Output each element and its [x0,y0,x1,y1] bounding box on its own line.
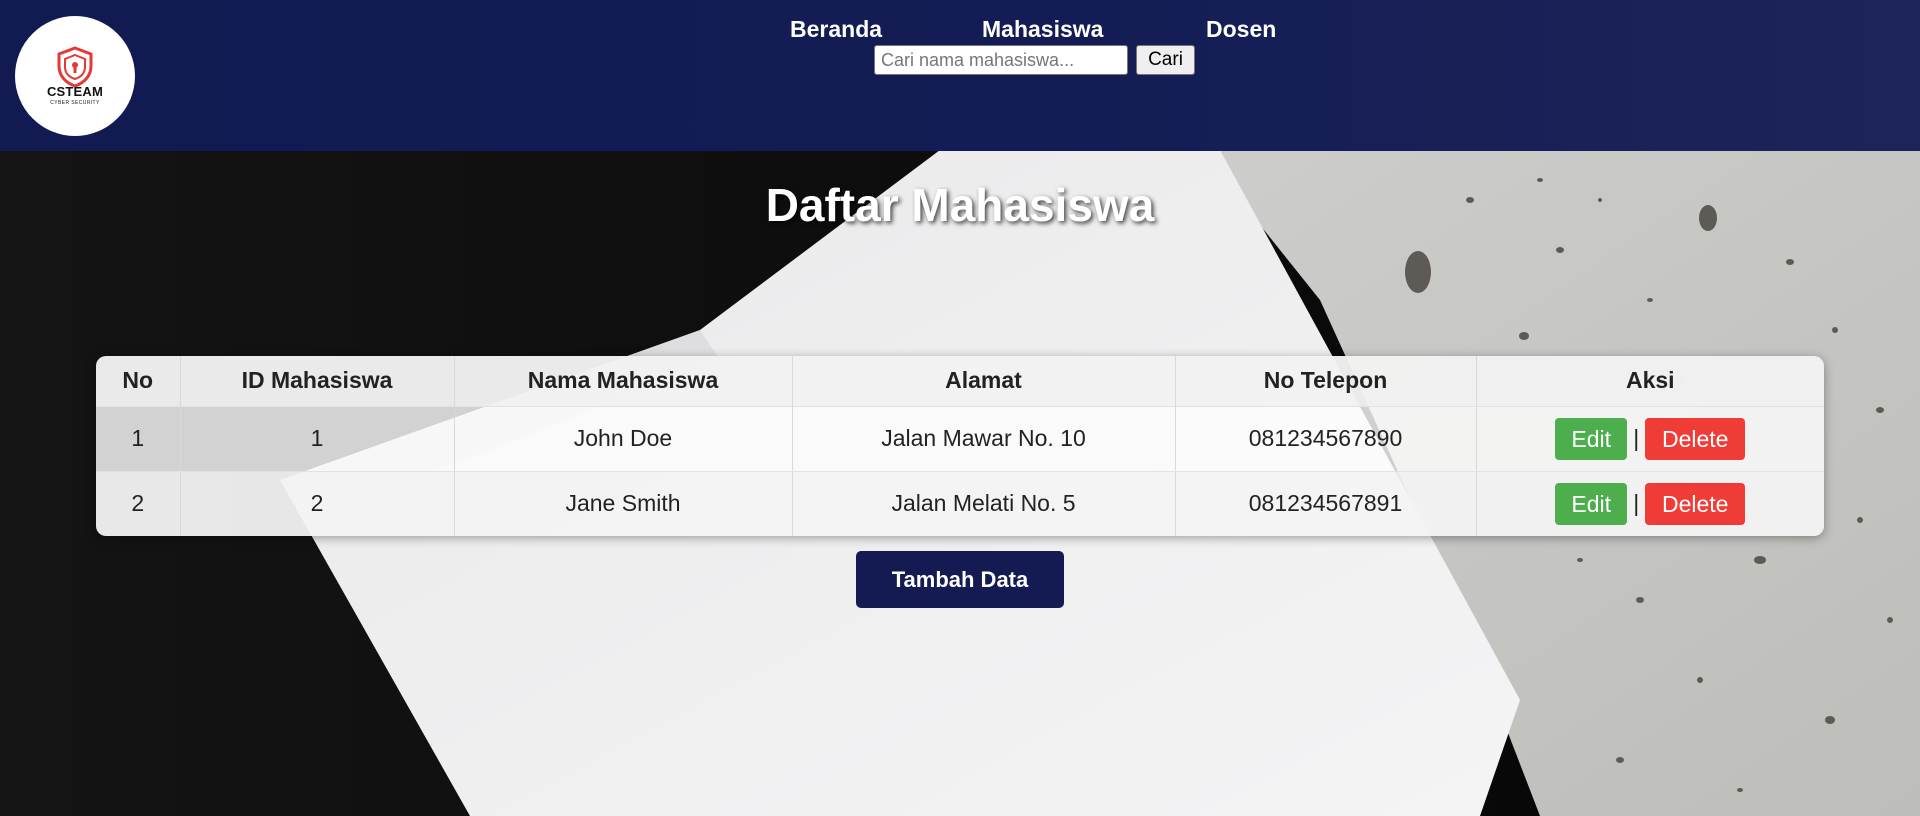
search-button[interactable]: Cari [1136,45,1195,75]
action-separator: | [1633,490,1640,517]
cell-telepon: 081234567890 [1175,406,1477,472]
nav-link-beranda[interactable]: Beranda [790,16,882,43]
top-navbar: CSTEAM CYBER SECURITY Beranda Mahasiswa … [0,0,1920,151]
edit-button[interactable]: Edit [1555,482,1628,525]
nav-link-dosen[interactable]: Dosen [1206,16,1276,43]
cell-aksi: Edit | Delete [1476,471,1824,536]
action-separator: | [1633,425,1640,451]
student-table-container: No ID Mahasiswa Nama Mahasiswa Alamat No… [96,356,1824,536]
cell-telepon: 081234567891 [1175,471,1477,536]
add-data-button[interactable]: Tambah Data [856,551,1064,608]
nav-link-mahasiswa[interactable]: Mahasiswa [982,16,1103,43]
column-header-aksi: Aksi [1476,356,1824,407]
edit-button[interactable]: Edit [1555,417,1628,460]
table-header-row: No ID Mahasiswa Nama Mahasiswa Alamat No… [96,356,1824,407]
cell-no: 2 [96,471,181,536]
table-row: 1 1 John Doe Jalan Mawar No. 10 08123456… [96,406,1824,472]
cell-no: 1 [96,406,181,472]
delete-button[interactable]: Delete [1645,417,1746,460]
column-header-no: No [96,356,181,407]
shield-icon [57,46,93,88]
delete-button[interactable]: Delete [1645,482,1746,525]
cell-id: 1 [180,406,455,472]
logo-name: CSTEAM [46,84,104,99]
column-header-alamat: Alamat [792,356,1176,407]
cell-id: 2 [180,471,455,536]
logo-tagline: CYBER SECURITY [50,100,100,106]
student-table: No ID Mahasiswa Nama Mahasiswa Alamat No… [96,356,1824,536]
main-nav: Beranda Mahasiswa Dosen [0,16,1920,46]
cell-alamat: Jalan Mawar No. 10 [792,406,1176,472]
cell-alamat: Jalan Melati No. 5 [792,471,1176,536]
table-row: 2 2 Jane Smith Jalan Melati No. 5 081234… [96,471,1824,536]
search-input[interactable] [874,45,1128,75]
page-title: Daftar Mahasiswa [765,179,1155,231]
cell-aksi: Edit | Delete [1476,406,1824,472]
cell-nama: Jane Smith [454,471,793,536]
column-header-telepon: No Telepon [1175,356,1477,407]
column-header-id: ID Mahasiswa [180,356,455,407]
cell-nama: John Doe [454,406,793,472]
column-header-nama: Nama Mahasiswa [454,356,793,407]
